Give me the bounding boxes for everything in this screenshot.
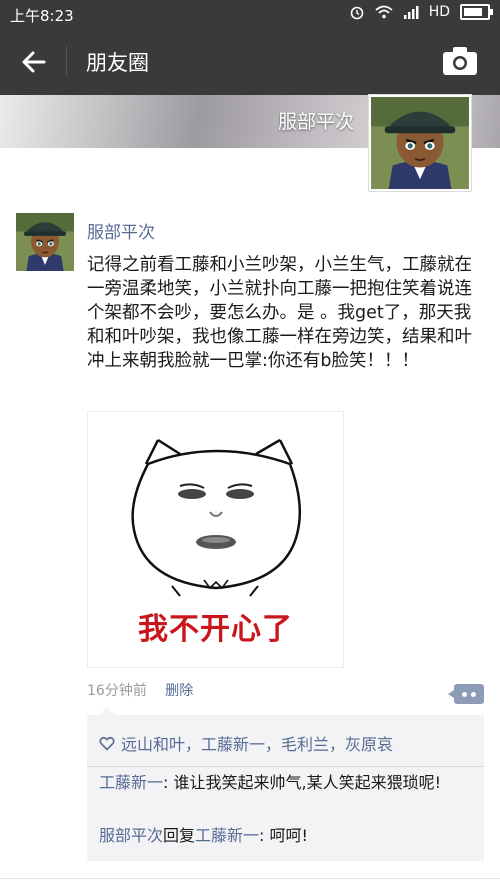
avatar-illustration: [371, 97, 469, 189]
status-time: 上午8:23: [10, 7, 74, 25]
comment-item[interactable]: 服部平次回复工藤新一: 呵呵!: [99, 824, 479, 848]
post-meta: 16分钟前 删除: [87, 680, 193, 700]
avatar-illustration: [16, 213, 74, 271]
likes-divider: [87, 766, 484, 767]
signal-icon: [403, 6, 419, 19]
post-time: 16分钟前: [87, 683, 147, 699]
status-bar: 上午8:23 HD: [0, 0, 500, 28]
comment-author[interactable]: 服部平次: [99, 826, 163, 845]
post-author[interactable]: 服部平次: [87, 218, 155, 243]
comment-author[interactable]: 工藤新一: [99, 773, 163, 792]
post-content: 记得之前看工藤和小兰吵架，小兰生气，工藤就在一旁温柔地笑，小兰就扑向工藤一把抱住…: [87, 255, 472, 371]
comment-button[interactable]: [448, 684, 484, 704]
reply-target[interactable]: 工藤新一: [195, 826, 259, 845]
comment-separator: :: [163, 773, 174, 792]
sticker-caption: 我不开心了: [138, 612, 293, 647]
heart-icon: [99, 736, 115, 751]
dot-icon: [471, 692, 476, 697]
status-icons: HD: [349, 4, 493, 20]
page-title: 朋友圈: [86, 51, 149, 75]
cover-user-name: 服部平次: [277, 111, 354, 133]
likes-names[interactable]: 远山和叶，工藤新一，毛利兰，灰原哀: [121, 731, 393, 755]
bottom-divider: [0, 878, 500, 879]
reply-word: 回复: [163, 826, 196, 845]
likes-comments-box: 远山和叶，工藤新一，毛利兰，灰原哀 工藤新一: 谁让我笑起来帅气,某人笑起来猥琐…: [87, 707, 484, 861]
comment-text: 呵呵!: [269, 826, 308, 845]
comment-item[interactable]: 工藤新一: 谁让我笑起来帅气,某人笑起来猥琐呢!: [99, 771, 479, 795]
comment-separator: :: [259, 826, 270, 845]
nav-bar: 朋友圈: [0, 28, 500, 95]
camera-icon[interactable]: [442, 46, 478, 76]
battery-icon: [460, 4, 493, 20]
post-avatar[interactable]: [16, 213, 74, 271]
network-type: HD: [428, 4, 450, 20]
cover-avatar[interactable]: [368, 94, 472, 192]
delete-link[interactable]: 删除: [165, 683, 193, 699]
comment-text: 谁让我笑起来帅气,某人笑起来猥琐呢!: [173, 773, 442, 792]
nav-divider: [66, 46, 67, 76]
wifi-icon: [375, 5, 393, 19]
alarm-icon: [350, 6, 363, 20]
likes-row: 远山和叶，工藤新一，毛利兰，灰原哀: [99, 731, 393, 755]
dot-icon: [462, 692, 467, 697]
back-arrow-icon[interactable]: [16, 44, 52, 80]
post-image[interactable]: 我不开心了: [87, 411, 344, 668]
